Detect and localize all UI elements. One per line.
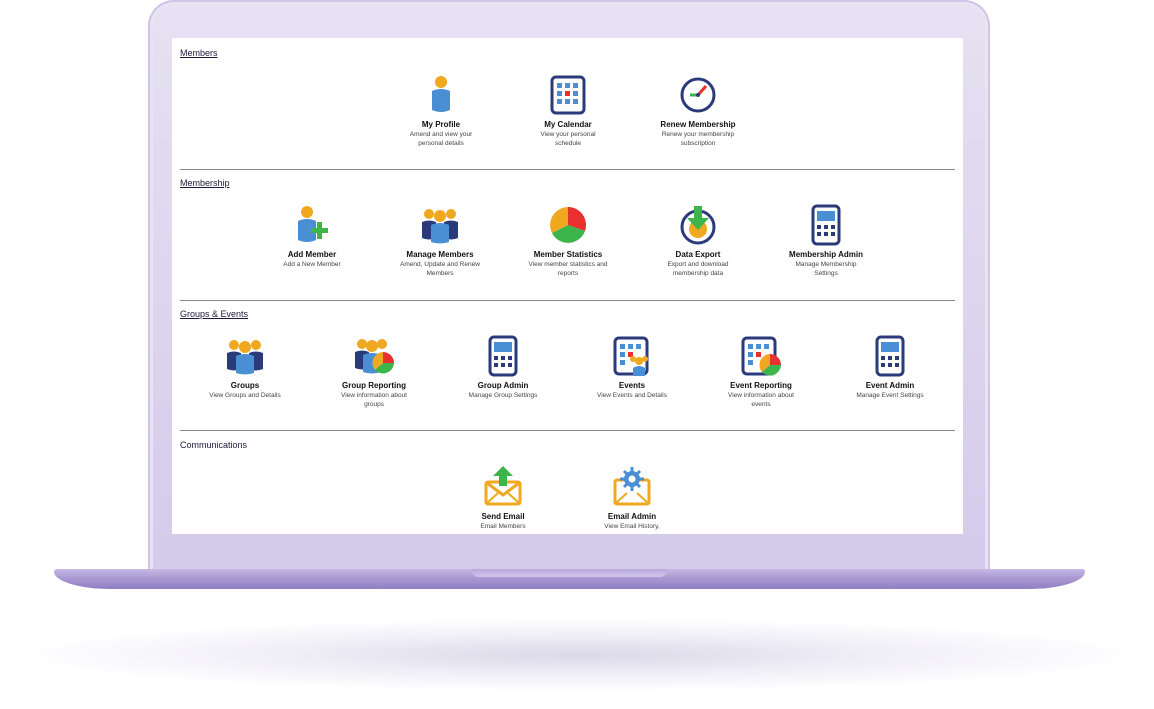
tile-membership-admin[interactable]: Membership Admin Manage Membership Setti… [761,204,891,278]
tile-title: Data Export [675,250,721,259]
tile-description: Amend and view your personal details [409,131,473,147]
tile-title: My Calendar [544,120,592,129]
tile-title: Events [618,381,646,390]
email-settings-icon [613,467,651,506]
tile-title: Member Statistics [533,250,603,259]
tile-description: Renew your membership subscription [661,131,735,147]
tile-title: Group Admin [477,381,529,390]
person-icon [432,76,450,112]
section-membership: Membership Add Member Add a New Member M… [180,178,955,298]
tile-description: Export and download membership data [667,261,729,277]
section-title: Communications [180,440,248,450]
laptop-shadow [40,620,1120,690]
tile-title: Event Admin [865,381,915,390]
pie-chart-icon [550,206,587,243]
tile-my-calendar[interactable]: My Calendar View your personal schedule [503,74,633,148]
tile-send-email[interactable]: Send Email Email Members [438,466,568,531]
tile-title: Groups [230,381,260,390]
tile-groups[interactable]: Groups View Groups and Details [180,335,310,400]
tile-description: Amend, Update and Renew Members [400,261,480,277]
tile-description: View Groups and Details [209,392,281,399]
tile-title: Renew Membership [660,120,736,129]
add-person-icon [298,206,328,242]
tile-title: Event Reporting [730,381,792,390]
section-title[interactable]: Membership [180,178,230,188]
calendar-chart-icon [741,336,781,376]
people-icon [422,209,458,244]
clock-icon [680,77,716,113]
tile-description: View member statistics and reports [528,261,608,277]
tile-event-reporting[interactable]: Event Reporting View information about e… [696,335,826,409]
tile-title: Email Admin [607,512,657,521]
tile-manage-members[interactable]: Manage Members Amend, Update and Renew M… [375,204,505,278]
people-chart-icon [355,339,394,374]
calculator-icon [488,335,518,377]
tile-title: Add Member [287,250,337,259]
tile-description: Manage Event Settings [856,392,924,399]
divider [180,430,955,431]
tile-title: Membership Admin [789,250,863,259]
tile-title: Group Reporting [342,381,406,390]
tile-renew-membership[interactable]: Renew Membership Renew your membership s… [633,74,763,148]
section-communications: Communications Send Email Email Members [180,440,955,534]
tile-group-reporting[interactable]: Group Reporting View information about g… [309,335,439,409]
tile-description: View Events and Details [597,392,667,399]
tile-title: Manage Members [406,250,474,259]
tile-title: Send Email [481,512,525,521]
laptop-screen: Members My Profile Amend and view your p… [172,38,963,534]
section-members: Members My Profile Amend and view your p… [180,48,955,168]
section-title[interactable]: Members [180,48,218,58]
tile-title: My Profile [421,120,461,129]
tile-description: Manage Membership Settings [795,261,857,277]
tile-description: Manage Group Settings [468,392,538,399]
tile-my-profile[interactable]: My Profile Amend and view your personal … [376,74,506,148]
divider [180,169,955,170]
download-icon [680,206,716,245]
calculator-icon [811,204,841,246]
section-title[interactable]: Groups & Events [180,309,248,319]
section-groups-events: Groups & Events Groups View Groups and D… [180,309,955,429]
tile-add-member[interactable]: Add Member Add a New Member [247,204,377,269]
tile-description: View information about events [727,392,794,408]
tile-events[interactable]: Events View Events and Details [567,335,697,400]
calendar-people-icon [613,336,649,376]
calendar-icon [550,75,586,115]
calculator-icon [875,335,905,377]
divider [180,300,955,301]
tile-email-admin[interactable]: Email Admin View Email History, [567,466,697,531]
people-icon [227,340,263,375]
tile-event-admin[interactable]: Event Admin Manage Event Settings [825,335,955,400]
tile-description: View your personal schedule [540,131,596,147]
tile-data-export[interactable]: Data Export Export and download membersh… [633,204,763,278]
send-email-icon [484,466,522,506]
tile-description: Add a New Member [283,261,341,268]
tile-description: Email Members [480,523,526,530]
tile-group-admin[interactable]: Group Admin Manage Group Settings [438,335,568,400]
laptop-notch [471,569,668,577]
tile-description: View Email History, [604,523,660,530]
tile-member-statistics[interactable]: Member Statistics View member statistics… [503,204,633,278]
tile-description: View information about groups [340,392,407,408]
